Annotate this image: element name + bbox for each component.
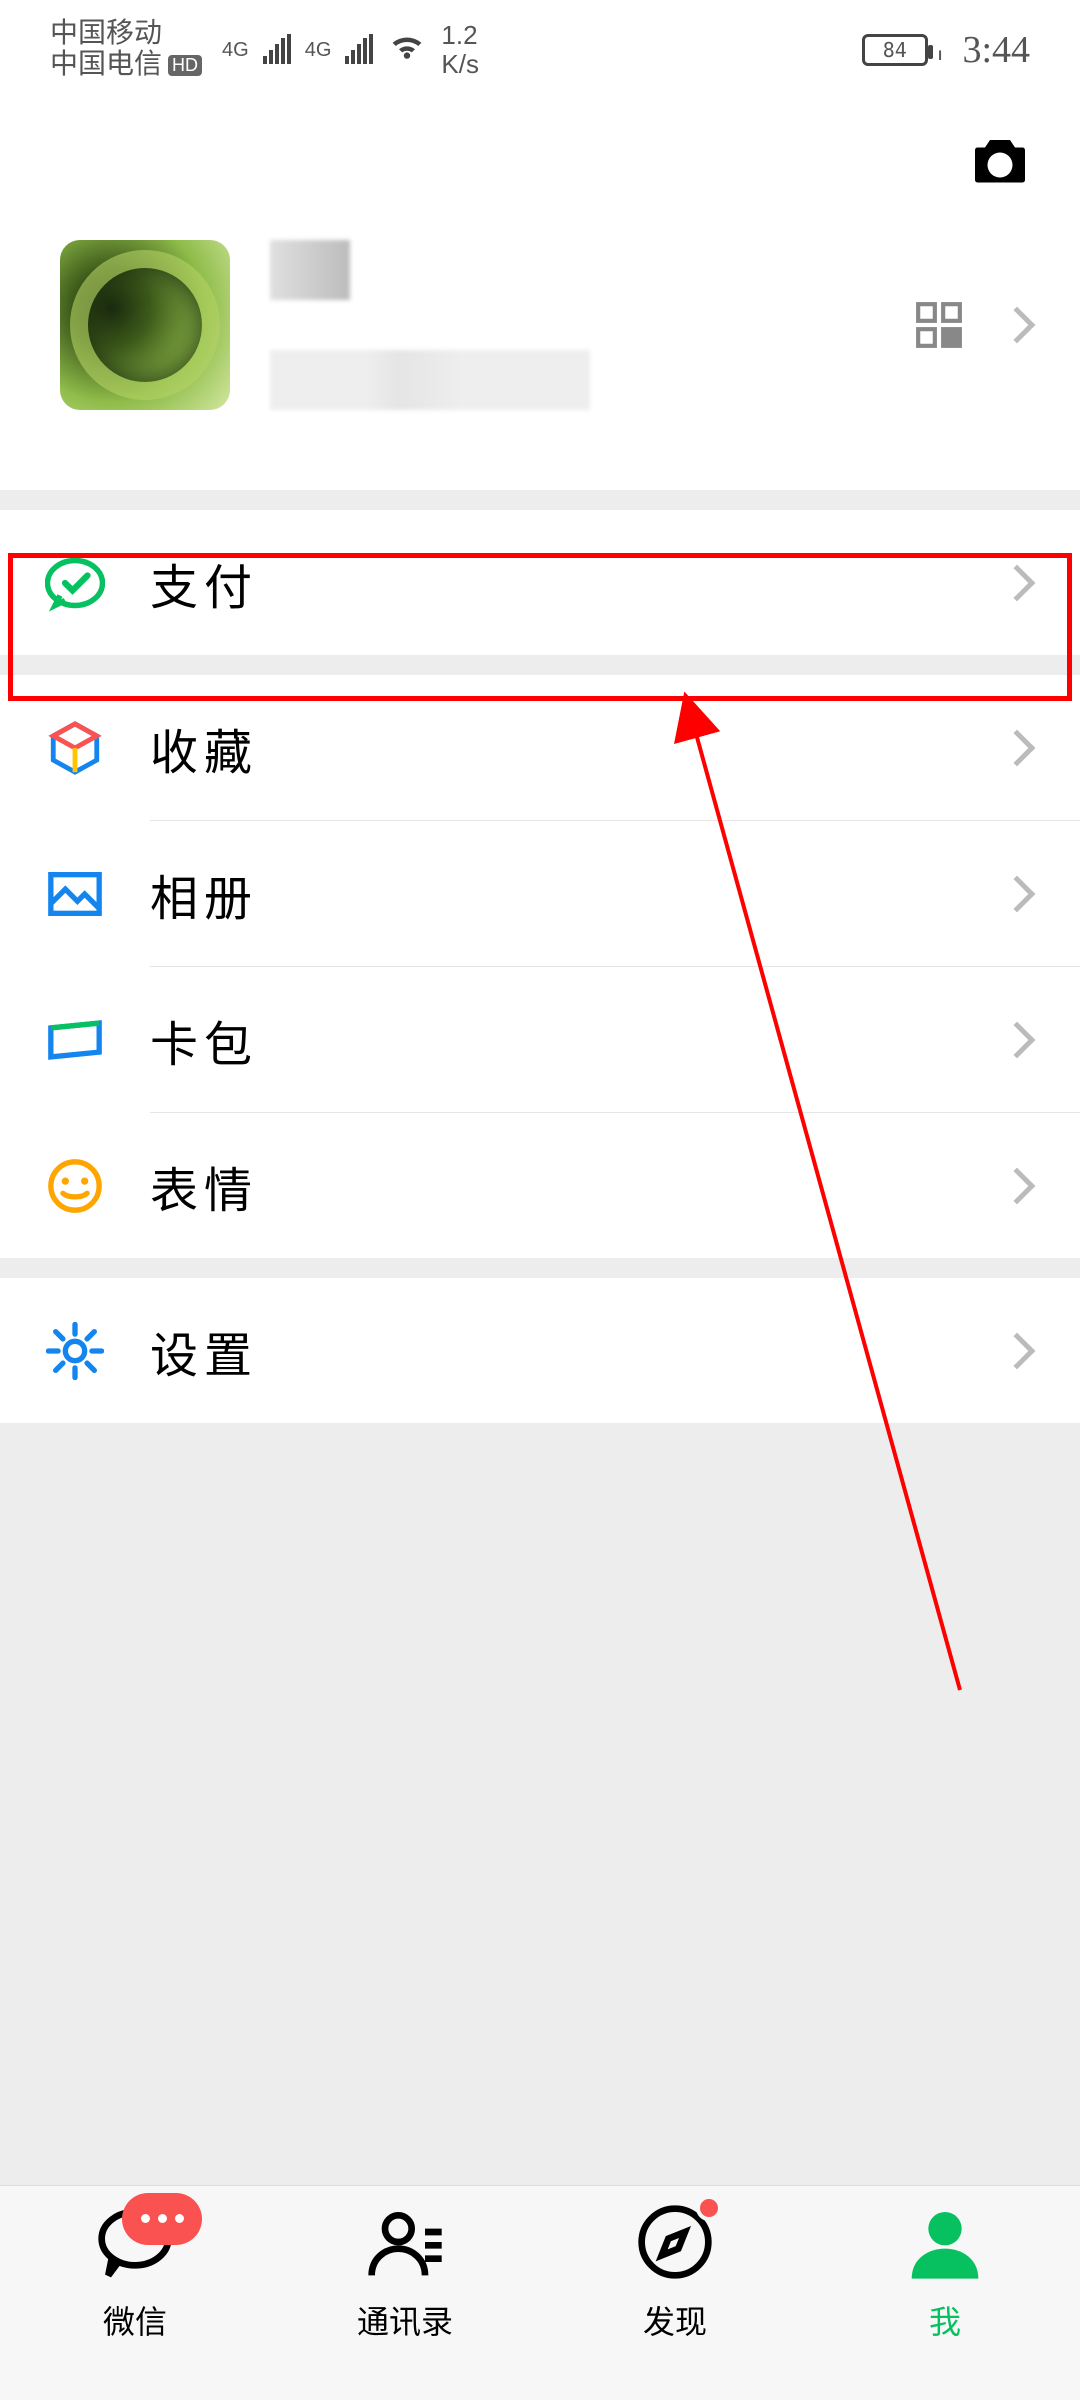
stickers-icon (45, 1156, 105, 1216)
pay-icon (45, 553, 105, 613)
menu-stickers[interactable]: 表情 (0, 1113, 1080, 1258)
status-bar: 中国移动 中国电信 HD 4G 4G 1.2 K/s 84 ៲ 3:44 (0, 0, 1080, 100)
menu-cards-label: 卡包 (150, 1005, 1004, 1075)
menu-settings-label: 设置 (150, 1316, 1004, 1386)
tab-discover[interactable]: 发现 (540, 2186, 810, 2355)
chevron-right-icon (999, 1021, 1036, 1058)
tab-chat-label: 微信 (103, 2297, 167, 2343)
signal-cluster: 4G 4G (222, 30, 427, 70)
net-2: 4G (305, 39, 332, 62)
profile-info (270, 240, 914, 410)
net-1: 4G (222, 39, 249, 62)
chevron-right-icon (999, 307, 1036, 344)
carrier-1: 中国移动 (50, 19, 202, 50)
tab-bar: 微信 通讯录 发现 我 (0, 2185, 1080, 2400)
chat-icon (92, 2199, 178, 2285)
tab-discover-label: 发现 (643, 2297, 707, 2343)
album-icon (45, 864, 105, 924)
chevron-right-icon (999, 729, 1036, 766)
group-features: 收藏 相册 卡包 表情 (0, 675, 1080, 1258)
chevron-right-icon (999, 1167, 1036, 1204)
menu-pay[interactable]: 支付 (0, 510, 1080, 655)
signal-bars-1 (263, 36, 291, 64)
me-icon (902, 2199, 988, 2285)
profile-name (270, 240, 350, 300)
tab-me[interactable]: 我 (810, 2186, 1080, 2355)
header (0, 100, 1080, 220)
avatar[interactable] (60, 240, 230, 410)
settings-icon (45, 1321, 105, 1381)
tab-contacts[interactable]: 通讯录 (270, 2186, 540, 2355)
tab-chat[interactable]: 微信 (0, 2186, 270, 2355)
cards-icon (45, 1010, 105, 1070)
battery-cluster: 84 ៲ 3:44 (862, 28, 1030, 72)
menu-stickers-label: 表情 (150, 1151, 1004, 1221)
battery-icon: 84 (862, 34, 928, 66)
me-page: 中国移动 中国电信 HD 4G 4G 1.2 K/s 84 ៲ 3:44 (0, 0, 1080, 2400)
menu-album-label: 相册 (150, 859, 1004, 929)
menu-pay-label: 支付 (150, 548, 1004, 618)
clock: 3:44 (962, 28, 1030, 72)
group-settings: 设置 (0, 1278, 1080, 1423)
camera-icon[interactable] (970, 135, 1030, 185)
carrier-2: 中国电信 (50, 50, 162, 81)
net-speed: 1.2 K/s (441, 21, 479, 78)
qrcode-icon[interactable] (914, 300, 964, 350)
menu-album[interactable]: 相册 (0, 821, 1080, 966)
chevron-right-icon (999, 875, 1036, 912)
signal-bars-2 (345, 36, 373, 64)
profile-wxid (270, 350, 590, 410)
profile-card[interactable] (0, 220, 1080, 490)
menu-favorites[interactable]: 收藏 (0, 675, 1080, 820)
chevron-right-icon (999, 564, 1036, 601)
group-pay: 支付 (0, 510, 1080, 655)
menu-favorites-label: 收藏 (150, 713, 1004, 783)
tab-contacts-label: 通讯录 (357, 2297, 453, 2343)
contacts-icon (362, 2199, 448, 2285)
wifi-icon (387, 30, 427, 70)
menu-cards[interactable]: 卡包 (0, 967, 1080, 1112)
chevron-right-icon (999, 1332, 1036, 1369)
carrier-labels: 中国移动 中国电信 HD (50, 19, 202, 81)
menu-settings[interactable]: 设置 (0, 1278, 1080, 1423)
tab-me-label: 我 (929, 2297, 961, 2343)
notification-dot (696, 2195, 722, 2221)
unread-badge (122, 2193, 202, 2245)
discover-icon (632, 2199, 718, 2285)
hd-badge: HD (168, 55, 202, 77)
favorites-icon (45, 718, 105, 778)
